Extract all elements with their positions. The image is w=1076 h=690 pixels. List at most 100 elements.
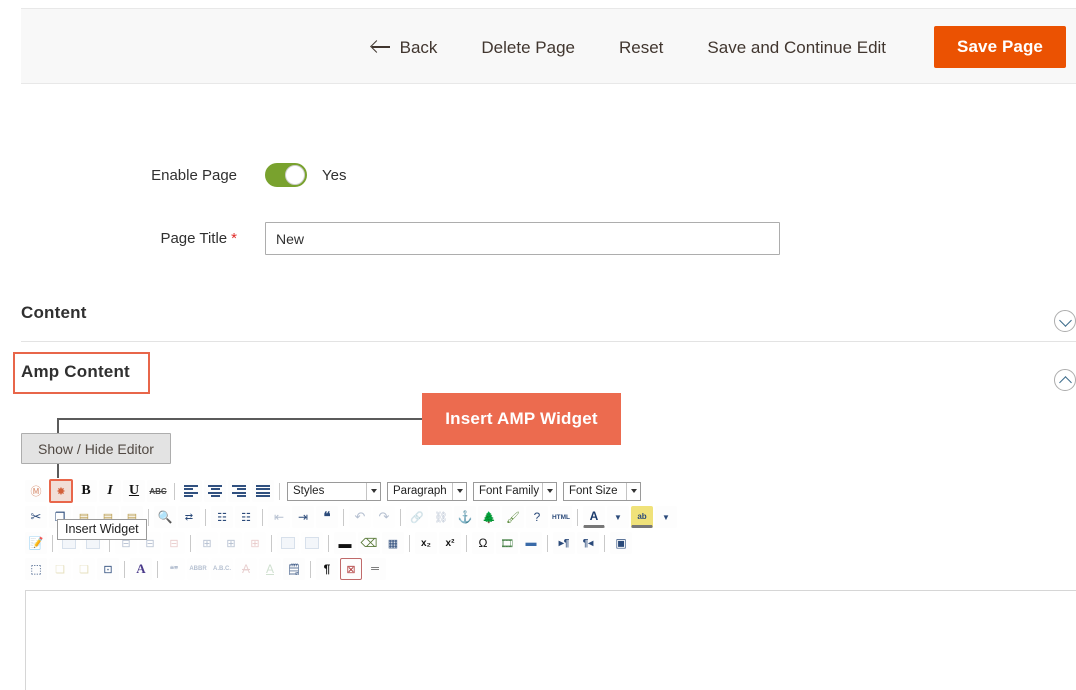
enable-page-field: Enable Page Yes (0, 163, 700, 187)
font-family-dropdown-value: Font Family (479, 485, 540, 497)
toolbar-row-2: ✂ ❐ ▤ ▤ ▤ 🔍 ⇄ ☷ ☷ ⇤ ⇥ ❝ ↶ ↷ 🔗 ⛓ ⚓ 🌲 🖌 ? … (21, 504, 1076, 530)
insert-layer-icon[interactable]: ⊡ (97, 558, 119, 580)
font-size-dropdown[interactable]: Font Size (563, 481, 641, 501)
outdent-icon[interactable]: ⇤ (268, 506, 290, 528)
toolbar-separator (271, 534, 272, 552)
visual-aid-icon[interactable]: ▦ (382, 532, 404, 554)
save-page-button[interactable]: Save Page (934, 26, 1066, 68)
bold-icon[interactable]: B (75, 480, 97, 502)
blockquote-icon[interactable]: ❝ (316, 506, 338, 528)
section-amp-content-header[interactable]: Amp Content (21, 362, 1076, 391)
background-color-icon[interactable]: ab (631, 506, 653, 528)
acronym-icon[interactable]: A.B.C. (211, 558, 233, 580)
font-family-dropdown[interactable]: Font Family (473, 481, 557, 501)
toolbar-separator (328, 534, 329, 552)
insert-variable-icon[interactable]: Ⓜ (25, 480, 47, 502)
enable-page-toggle[interactable] (265, 163, 307, 187)
insert-media-icon[interactable]: 🎞 (496, 532, 518, 554)
page-title-input[interactable] (265, 222, 780, 255)
chevron-up-icon[interactable] (1054, 369, 1076, 391)
toolbar-separator (547, 534, 548, 552)
insert-image-icon[interactable]: 🌲 (478, 506, 500, 528)
citation-icon[interactable]: ❝❞ (163, 558, 185, 580)
help-icon[interactable]: ? (526, 506, 548, 528)
fullscreen-icon[interactable]: ▣ (610, 532, 632, 554)
superscript-icon[interactable]: x² (439, 532, 461, 554)
horizontal-rule-icon[interactable]: ▬ (334, 532, 356, 554)
undo-icon[interactable]: ↶ (349, 506, 371, 528)
page-break-icon[interactable]: ═ (364, 558, 386, 580)
chevron-down-icon[interactable] (542, 482, 556, 500)
special-character-icon[interactable]: Ω (472, 532, 494, 554)
attributes-icon[interactable]: 🗒 (283, 558, 305, 580)
align-right-icon[interactable] (228, 480, 250, 502)
text-color-picker-icon[interactable]: ▼ (607, 506, 629, 528)
direction-rtl-icon[interactable]: ¶◂ (577, 532, 599, 554)
bullet-list-icon[interactable]: ☷ (211, 506, 233, 528)
insert-banner-icon[interactable]: ▬ (520, 532, 542, 554)
deletion-icon[interactable]: A (235, 558, 257, 580)
chevron-down-icon[interactable] (366, 482, 380, 500)
chevron-down-icon[interactable] (452, 482, 466, 500)
insert-table-icon[interactable]: 📝 (25, 532, 47, 554)
toolbar-separator (577, 508, 578, 526)
merge-cells-icon[interactable] (301, 532, 323, 554)
back-button[interactable]: Back (350, 39, 460, 56)
show-hide-editor-button[interactable]: Show / Hide Editor (21, 433, 171, 464)
find-icon[interactable]: 🔍 (154, 506, 176, 528)
insertion-icon[interactable]: A (259, 558, 281, 580)
delete-col-icon[interactable]: ⊞ (244, 532, 266, 554)
unlink-icon[interactable]: ⛓ (430, 506, 452, 528)
indent-icon[interactable]: ⇥ (292, 506, 314, 528)
styleprops-icon[interactable]: A (130, 558, 152, 580)
cleanup-icon[interactable]: 🖌 (502, 506, 524, 528)
insert-col-before-icon[interactable]: ⊞ (196, 532, 218, 554)
edit-html-icon[interactable]: HTML (550, 506, 572, 528)
toolbar-separator (148, 508, 149, 526)
page-actions-group: Back Delete Page Reset Save and Continue… (350, 9, 1066, 85)
back-button-label: Back (399, 37, 438, 57)
enable-page-value: Yes (322, 166, 347, 184)
editor-content-area[interactable] (25, 590, 1076, 690)
save-and-continue-edit-button[interactable]: Save and Continue Edit (685, 39, 908, 56)
toolbar-separator (124, 560, 125, 578)
italic-icon[interactable]: I (99, 480, 121, 502)
nonbreaking-icon[interactable]: ⊠ (340, 558, 362, 580)
paragraph-dropdown[interactable]: Paragraph (387, 481, 467, 501)
align-center-icon[interactable] (204, 480, 226, 502)
redo-icon[interactable]: ↷ (373, 506, 395, 528)
reset-label: Reset (618, 37, 664, 57)
move-backward-icon[interactable]: ❏ (73, 558, 95, 580)
insert-link-icon[interactable]: 🔗 (406, 506, 428, 528)
wysiwyg-editor: Ⓜ ✸ B I U ABC Styles Paragraph Font Fami… (21, 478, 1076, 690)
anchor-icon[interactable]: ⚓ (454, 506, 476, 528)
strikethrough-icon[interactable]: ABC (147, 480, 169, 502)
abbreviation-icon[interactable]: ABBR (187, 558, 209, 580)
replace-icon[interactable]: ⇄ (178, 506, 200, 528)
text-color-icon[interactable]: A (583, 506, 605, 528)
select-area-icon[interactable]: ⬚ (25, 558, 47, 580)
chevron-down-icon[interactable] (626, 482, 640, 500)
section-content-header[interactable]: Content (21, 303, 1076, 332)
delete-row-icon[interactable]: ⊟ (163, 532, 185, 554)
direction-ltr-icon[interactable]: ▸¶ (553, 532, 575, 554)
subscript-icon[interactable]: x₂ (415, 532, 437, 554)
delete-page-button[interactable]: Delete Page (459, 39, 597, 56)
toolbar-separator (52, 534, 53, 552)
chevron-down-icon[interactable] (1054, 310, 1076, 332)
delete-page-label: Delete Page (481, 37, 575, 57)
background-color-picker-icon[interactable]: ▼ (655, 506, 677, 528)
move-forward-icon[interactable]: ❏ (49, 558, 71, 580)
insert-col-after-icon[interactable]: ⊞ (220, 532, 242, 554)
align-justify-icon[interactable] (252, 480, 274, 502)
split-cells-icon[interactable] (277, 532, 299, 554)
cut-icon[interactable]: ✂ (25, 506, 47, 528)
reset-button[interactable]: Reset (597, 39, 685, 56)
align-left-icon[interactable] (180, 480, 202, 502)
remove-format-icon[interactable]: ⌫ (358, 532, 380, 554)
show-blocks-icon[interactable]: ¶ (316, 558, 338, 580)
underline-icon[interactable]: U (123, 480, 145, 502)
styles-dropdown[interactable]: Styles (287, 481, 381, 501)
numbered-list-icon[interactable]: ☷ (235, 506, 257, 528)
insert-amp-widget-icon[interactable]: ✸ (49, 479, 73, 503)
